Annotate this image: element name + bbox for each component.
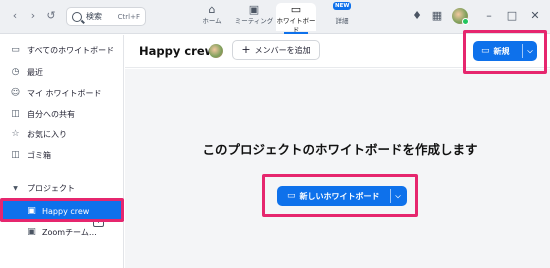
star-icon: ☆ (11, 128, 20, 139)
search-input[interactable]: 検索 Ctrl+F (66, 7, 146, 26)
sidebar-item-project-happy-crew[interactable]: ▣ Happy crew (0, 201, 124, 221)
avatar[interactable] (452, 8, 469, 25)
plus-icon: + (241, 43, 251, 56)
video-icon: ▣ (248, 3, 260, 16)
new-badge: NEW (333, 2, 352, 10)
chevron-down-icon[interactable]: ⌵ (523, 41, 537, 61)
new-whiteboard-button[interactable]: ▭ 新しいホワイトボード ⌵ (277, 186, 407, 206)
empty-state: このプロジェクトのホワイトボードを作成します ▭ 新しいホワイトボード ⌵ (125, 69, 550, 268)
tab-more-label: 詳細 (335, 17, 349, 25)
add-member-label: メンバーを追加 (254, 45, 311, 55)
sidebar-item-label: 自分への共有 (27, 109, 75, 119)
tab-meetings[interactable]: ▣ ミーティング (234, 3, 274, 31)
history-icon[interactable]: ↺ (44, 9, 58, 23)
folder-icon: ▣ (27, 226, 36, 237)
sidebar-item-project-zoom-team[interactable]: ▣ Zoomチーム… (0, 222, 124, 242)
sidebar-item-favorites[interactable]: ☆ お気に入り (0, 124, 124, 144)
new-whiteboard-label: 新しいホワイトボード (299, 191, 380, 201)
bell-icon[interactable]: ♦ (410, 9, 424, 23)
tab-home-label: ホーム (202, 17, 222, 25)
tab-more[interactable]: NEW ··· 詳細 (322, 2, 362, 31)
folder-icon: ▣ (27, 205, 36, 216)
new-whiteboard-icon: ▭ (287, 191, 296, 201)
sidebar-projects-header[interactable]: ▼ プロジェクト (0, 178, 124, 198)
tab-meetings-label: ミーティング (234, 17, 274, 25)
sidebar-item-label: マイ ホワイトボード (27, 88, 102, 98)
trash-icon: ◫ (11, 149, 20, 160)
sidebar-item-my-whiteboards[interactable]: ☺ マイ ホワイトボード (0, 83, 124, 103)
clock-icon: ◷ (11, 66, 20, 77)
calendar-icon[interactable]: ▦ (430, 9, 444, 23)
project-header: Happy crew + メンバーを追加 ▭ 新規 ⌵ (125, 35, 550, 68)
back-arrow-icon[interactable]: ‹ (8, 9, 22, 23)
top-bar: ‹ › ↺ 検索 Ctrl+F ⌂ ホーム ▣ ミーティング ▭ ホワイトボード… (0, 0, 550, 34)
sidebar-item-label: お気に入り (27, 129, 67, 139)
sidebar-item-label: ゴミ箱 (27, 150, 51, 160)
tab-whiteboard-label: ホワイトボード (276, 17, 316, 34)
new-button[interactable]: ▭ 新規 ⌵ (473, 41, 537, 61)
avatar[interactable] (209, 44, 223, 58)
search-placeholder: 検索 (86, 12, 102, 21)
search-shortcut: Ctrl+F (117, 12, 140, 21)
tab-whiteboard[interactable]: ▭ ホワイトボード (276, 3, 316, 34)
share-icon: ◫ (11, 108, 20, 119)
projects-label: プロジェクト (27, 183, 75, 193)
tab-home[interactable]: ⌂ ホーム (192, 3, 232, 31)
caret-down-icon: ▼ (13, 184, 18, 192)
close-icon[interactable]: ✕ (528, 9, 542, 23)
whiteboard-icon: ▭ (11, 44, 20, 55)
home-icon: ⌂ (208, 3, 216, 16)
page-title: Happy crew (139, 44, 216, 58)
maximize-icon[interactable]: □ (505, 9, 519, 23)
sidebar-item-shared-with-me[interactable]: ◫ 自分への共有 (0, 104, 124, 124)
sidebar-item-label: Happy crew (42, 206, 90, 216)
whiteboard-icon: ▭ (290, 3, 302, 16)
chevron-down-icon[interactable]: ⌵ (391, 186, 405, 206)
minimize-icon[interactable]: – (482, 9, 496, 23)
sidebar-item-all-whiteboards[interactable]: ▭ すべてのホワイトボード (0, 40, 124, 60)
sidebar-item-label: Zoomチーム… (42, 227, 97, 237)
sidebar: ▭ すべてのホワイトボード ◷ 最近 ☺ マイ ホワイトボード ◫ 自分への共有… (0, 35, 124, 268)
new-whiteboard-icon: ▭ (481, 46, 490, 56)
sidebar-item-label: 最近 (27, 67, 43, 77)
sidebar-item-trash[interactable]: ◫ ゴミ箱 (0, 145, 124, 165)
search-icon (72, 11, 82, 22)
new-button-label: 新規 (493, 46, 510, 56)
add-member-button[interactable]: + メンバーを追加 (232, 40, 320, 60)
forward-arrow-icon[interactable]: › (26, 9, 40, 23)
sidebar-item-recent[interactable]: ◷ 最近 (0, 62, 124, 82)
sidebar-item-label: すべてのホワイトボード (27, 45, 115, 55)
person-icon: ☺ (10, 87, 21, 98)
empty-state-headline: このプロジェクトのホワイトボードを作成します (202, 142, 478, 157)
